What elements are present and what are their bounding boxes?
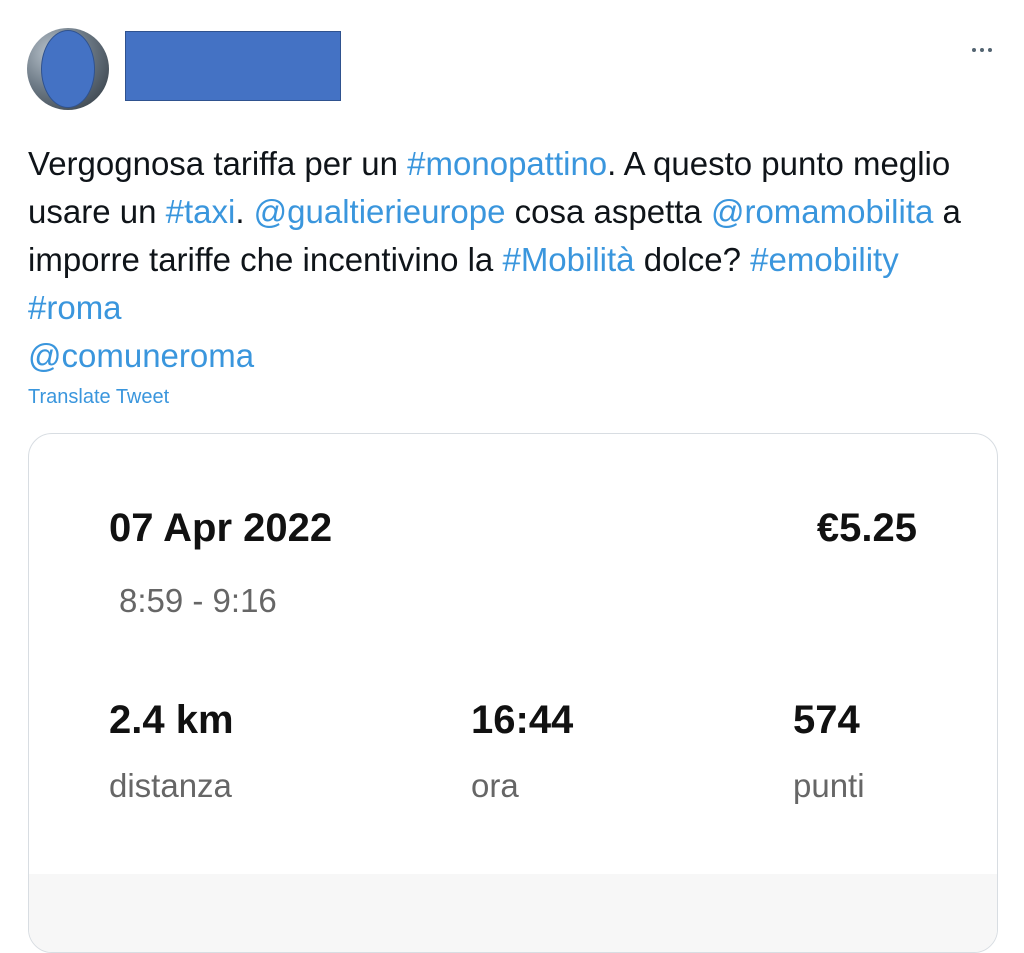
tweet-text-segment: dolce? bbox=[634, 241, 751, 278]
points-value: 574 bbox=[793, 698, 860, 742]
distance-label: distanza bbox=[109, 767, 232, 804]
more-dot-icon bbox=[972, 48, 976, 52]
time-value: 16:44 bbox=[471, 698, 574, 742]
ride-time-range: 8:59 - 9:16 bbox=[119, 582, 277, 619]
ride-date: 07 Apr 2022 bbox=[109, 506, 333, 550]
avatar[interactable] bbox=[27, 28, 109, 110]
ride-price: €5.25 bbox=[816, 506, 917, 550]
mention-romamobilita[interactable]: @romamobilita bbox=[711, 193, 933, 230]
tweet-text-segment: Vergognosa tariffa per un bbox=[28, 145, 408, 182]
more-dot-icon bbox=[988, 48, 992, 52]
hashtag-roma[interactable]: #roma bbox=[28, 289, 122, 326]
distance-value: 2.4 km bbox=[109, 698, 234, 742]
hashtag-taxi[interactable]: #taxi bbox=[166, 193, 236, 230]
translate-tweet-link[interactable]: Translate Tweet bbox=[28, 386, 169, 409]
hashtag-mobilita[interactable]: #Mobilità bbox=[502, 241, 634, 278]
tweet-text-segment: cosa aspetta bbox=[505, 193, 711, 230]
more-dot-icon bbox=[980, 48, 984, 52]
mention-comuneroma[interactable]: @comuneroma bbox=[28, 337, 254, 374]
more-options-button[interactable] bbox=[962, 38, 1002, 62]
tweet-text: Vergognosa tariffa per un #monopattino. … bbox=[28, 140, 968, 380]
card-footer bbox=[29, 874, 997, 952]
hashtag-emobility[interactable]: #emobility bbox=[750, 241, 899, 278]
time-label: ora bbox=[471, 767, 519, 804]
stat-points: 574 punti bbox=[793, 694, 865, 808]
stat-time: 16:44 ora bbox=[471, 694, 573, 808]
author-name-redaction bbox=[125, 31, 341, 101]
tweet-text-segment: . bbox=[235, 193, 254, 230]
stat-distance: 2.4 km distanza bbox=[109, 694, 234, 808]
points-label: punti bbox=[793, 767, 865, 804]
hashtag-monopattino[interactable]: #monopattino bbox=[407, 145, 607, 182]
avatar-redaction bbox=[41, 30, 95, 108]
mention-gualtierieurope[interactable]: @gualtierieurope bbox=[254, 193, 506, 230]
ride-receipt-card[interactable]: 07 Apr 2022 €5.25 8:59 - 9:16 2.4 km dis… bbox=[28, 433, 998, 953]
